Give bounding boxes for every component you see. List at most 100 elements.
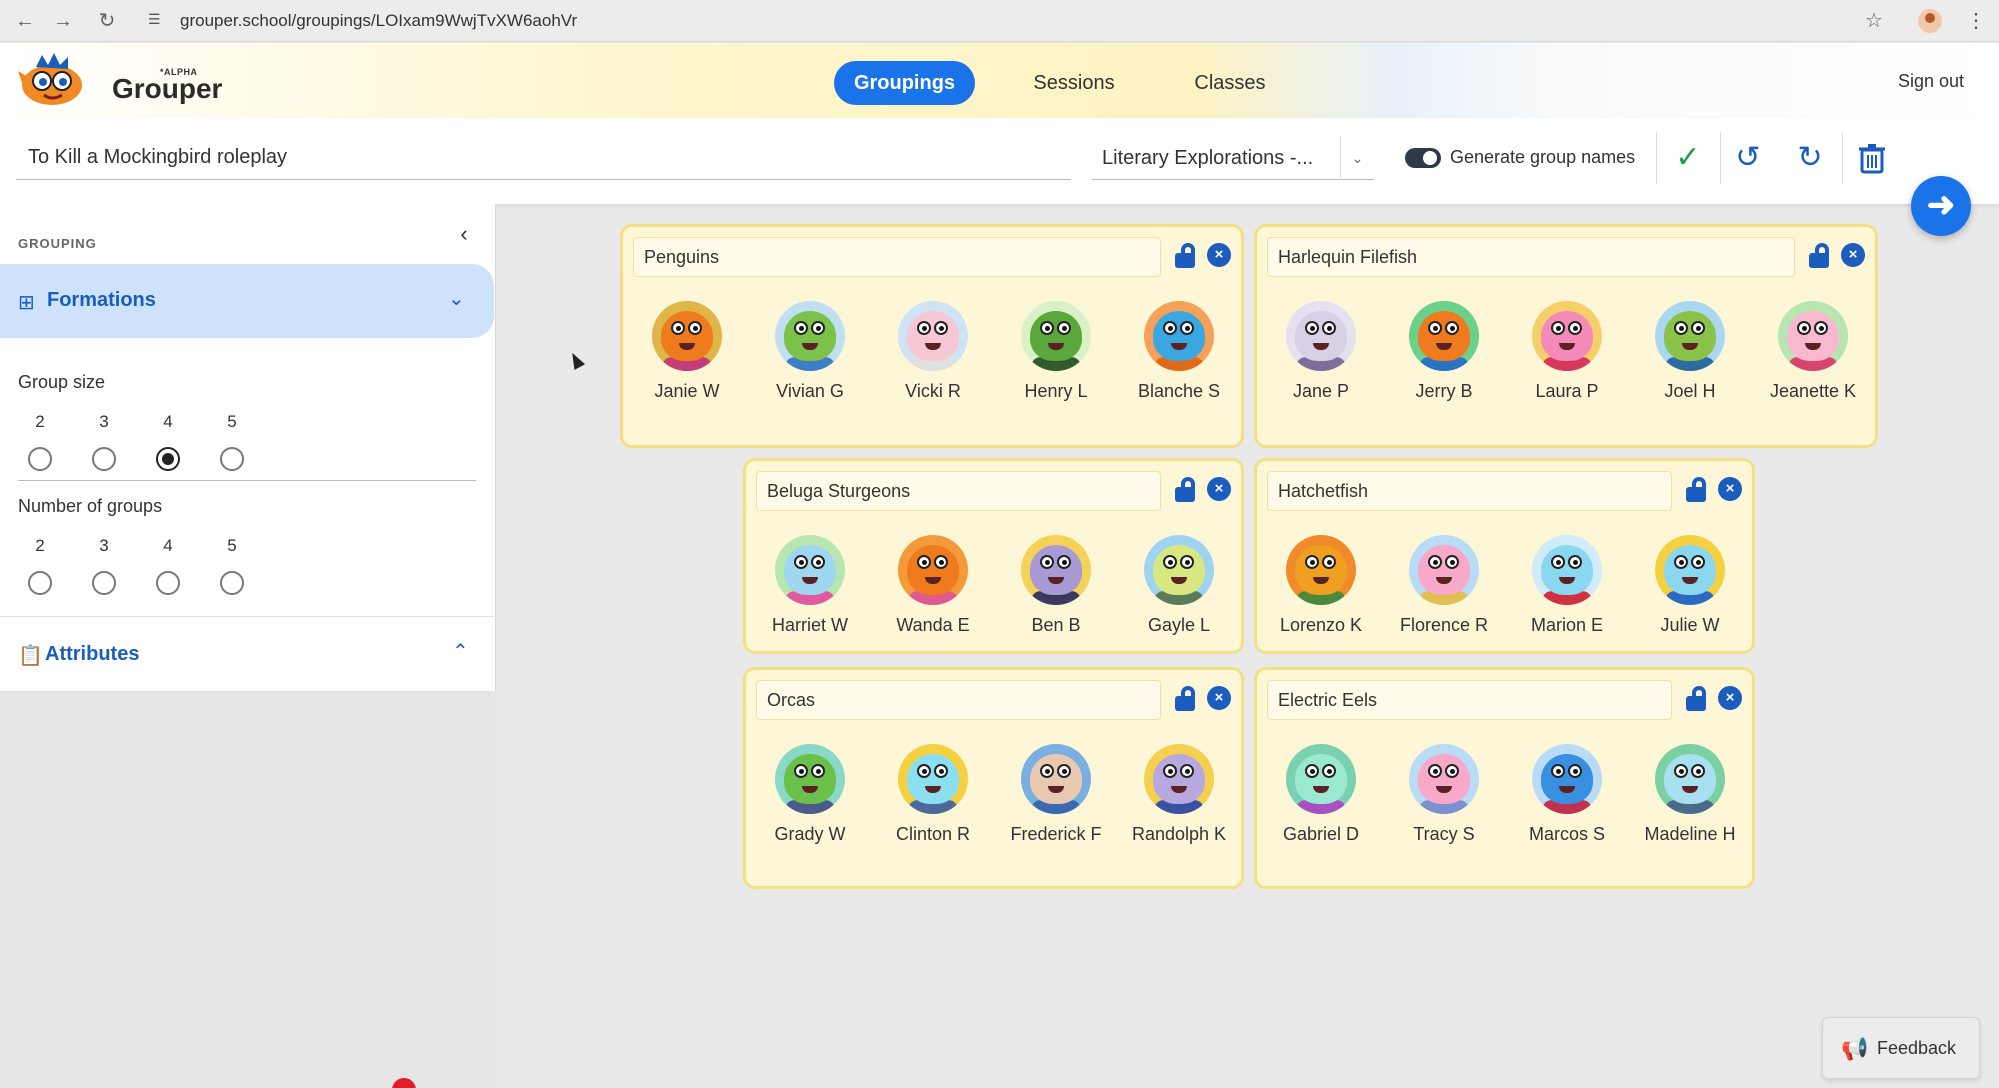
student-card[interactable]: Joel H [1630, 301, 1750, 403]
arrow-right-icon[interactable]: ➜ [1911, 176, 1971, 236]
menu-icon[interactable]: ⋮ [1963, 8, 1989, 34]
group-card[interactable]: Beluga Sturgeons × Harriet W Wanda E Ben B Ga… [743, 458, 1244, 654]
group-card[interactable]: Hatchetfish × Lorenzo K Florence R Marion E J… [1254, 458, 1755, 654]
group-card[interactable]: Penguins × Janie W Vivian G Vicki R Henry L Bl… [620, 224, 1244, 448]
close-icon[interactable]: × [1841, 243, 1865, 267]
student-card[interactable]: Blanche S [1119, 301, 1239, 403]
group-size-radio-4[interactable] [156, 447, 180, 471]
redo-icon[interactable]: ↻ [1792, 140, 1828, 176]
undo-icon[interactable]: ↺ [1730, 140, 1766, 176]
close-icon[interactable]: × [1718, 477, 1742, 501]
close-icon[interactable]: × [1718, 686, 1742, 710]
avatar [775, 535, 845, 605]
formations-section-header[interactable]: ⊞ Formations ⌄ [0, 264, 494, 338]
check-icon[interactable]: ✓ [1670, 140, 1706, 176]
student-card[interactable]: Jerry B [1384, 301, 1504, 403]
lock-open-icon[interactable] [1684, 477, 1710, 503]
student-card[interactable]: Florence R [1384, 535, 1504, 637]
class-select[interactable]: Literary Explorations -... ⌄ [1092, 136, 1374, 180]
profile-avatar[interactable] [1918, 9, 1942, 33]
avatar [898, 301, 968, 371]
forward-icon[interactable]: → [50, 8, 76, 34]
avatar [1532, 301, 1602, 371]
num-groups-radio-3[interactable] [92, 571, 116, 595]
avatar [1286, 535, 1356, 605]
student-card[interactable]: Ben B [996, 535, 1116, 637]
student-card[interactable]: Marion E [1507, 535, 1627, 637]
group-card[interactable]: Harlequin Filefish × Jane P Jerry B Laura P J… [1254, 224, 1878, 448]
student-card[interactable]: Grady W [750, 744, 870, 846]
address-bar[interactable]: grouper.school/groupings/LOIxam9WwjTvXW6… [180, 8, 577, 34]
student-name: Jerry B [1415, 381, 1473, 401]
num-groups-radio-2[interactable] [28, 571, 52, 595]
close-icon[interactable]: × [1207, 686, 1231, 710]
group-size-option-label: 4 [163, 412, 173, 431]
student-card[interactable]: Gayle L [1119, 535, 1239, 637]
star-icon[interactable]: ☆ [1861, 8, 1887, 34]
student-card[interactable]: Harriet W [750, 535, 870, 637]
group-name-input[interactable]: Orcas [756, 680, 1161, 720]
student-card[interactable]: Vivian G [750, 301, 870, 403]
generate-names-toggle[interactable] [1405, 148, 1441, 168]
num-groups-radio-5[interactable] [220, 571, 244, 595]
lock-open-icon[interactable] [1807, 243, 1833, 269]
group-name-input[interactable]: Penguins [633, 237, 1161, 277]
avatar [1286, 301, 1356, 371]
avatar [898, 535, 968, 605]
student-card[interactable]: Clinton R [873, 744, 993, 846]
close-icon[interactable]: × [1207, 243, 1231, 267]
student-card[interactable]: Henry L [996, 301, 1116, 403]
tab-groupings[interactable]: Groupings [834, 61, 975, 105]
reload-icon[interactable]: ↻ [94, 8, 120, 34]
group-size-radio-2[interactable] [28, 447, 52, 471]
close-icon[interactable]: × [1207, 477, 1231, 501]
group-size-radio-5[interactable] [220, 447, 244, 471]
site-settings-icon[interactable]: ☰ [148, 11, 166, 29]
group-name-input[interactable]: Harlequin Filefish [1267, 237, 1795, 277]
chevron-down-icon[interactable]: ⌄ [1340, 136, 1374, 180]
trash-icon[interactable] [1854, 140, 1890, 176]
feedback-button[interactable]: 📢 Feedback [1822, 1017, 1980, 1079]
avatar [1144, 301, 1214, 371]
grouper-logo-icon[interactable] [18, 53, 90, 109]
grouping-title-input[interactable] [16, 136, 1071, 180]
lock-open-icon[interactable] [1684, 686, 1710, 712]
sign-out-link[interactable]: Sign out [1898, 71, 1964, 92]
student-card[interactable]: Frederick F [996, 744, 1116, 846]
group-name-input[interactable]: Electric Eels [1267, 680, 1672, 720]
tab-classes[interactable]: Classes [1180, 61, 1280, 105]
back-icon[interactable]: ← [12, 8, 38, 34]
brand-name[interactable]: Grouper [112, 73, 222, 105]
student-card[interactable]: Lorenzo K [1261, 535, 1381, 637]
student-name: Wanda E [896, 615, 970, 635]
student-name: Florence R [1399, 615, 1489, 635]
group-name-input[interactable]: Hatchetfish [1267, 471, 1672, 511]
student-name: Vivian G [776, 381, 844, 401]
student-card[interactable]: Jane P [1261, 301, 1381, 403]
group-size-radio-3[interactable] [92, 447, 116, 471]
lock-open-icon[interactable] [1173, 477, 1199, 503]
student-card[interactable]: Gabriel D [1261, 744, 1381, 846]
student-card[interactable]: Randolph K [1119, 744, 1239, 846]
student-card[interactable]: Janie W [627, 301, 747, 403]
student-card[interactable]: Wanda E [873, 535, 993, 637]
lock-open-icon[interactable] [1173, 243, 1199, 269]
tab-sessions[interactable]: Sessions [1020, 61, 1128, 105]
attributes-section-header[interactable]: 📋 Attributes ⌃ [0, 616, 494, 692]
avatar [1778, 301, 1848, 371]
student-card[interactable]: Jeanette K [1753, 301, 1873, 403]
group-name-input[interactable]: Beluga Sturgeons [756, 471, 1161, 511]
avatar [775, 301, 845, 371]
group-card[interactable]: Orcas × Grady W Clinton R Frederick F Randolp… [743, 667, 1244, 889]
student-card[interactable]: Vicki R [873, 301, 993, 403]
student-card[interactable]: Madeline H [1630, 744, 1750, 846]
student-card[interactable]: Marcos S [1507, 744, 1627, 846]
student-card[interactable]: Tracy S [1384, 744, 1504, 846]
student-card[interactable]: Julie W [1630, 535, 1750, 637]
student-card[interactable]: Laura P [1507, 301, 1627, 403]
lock-open-icon[interactable] [1173, 686, 1199, 712]
num-groups-radio-4[interactable] [156, 571, 180, 595]
group-card[interactable]: Electric Eels × Gabriel D Tracy S Marcos S Ma… [1254, 667, 1755, 889]
formations-label: Formations [47, 289, 156, 311]
chevron-left-icon[interactable]: ‹ [450, 220, 478, 248]
